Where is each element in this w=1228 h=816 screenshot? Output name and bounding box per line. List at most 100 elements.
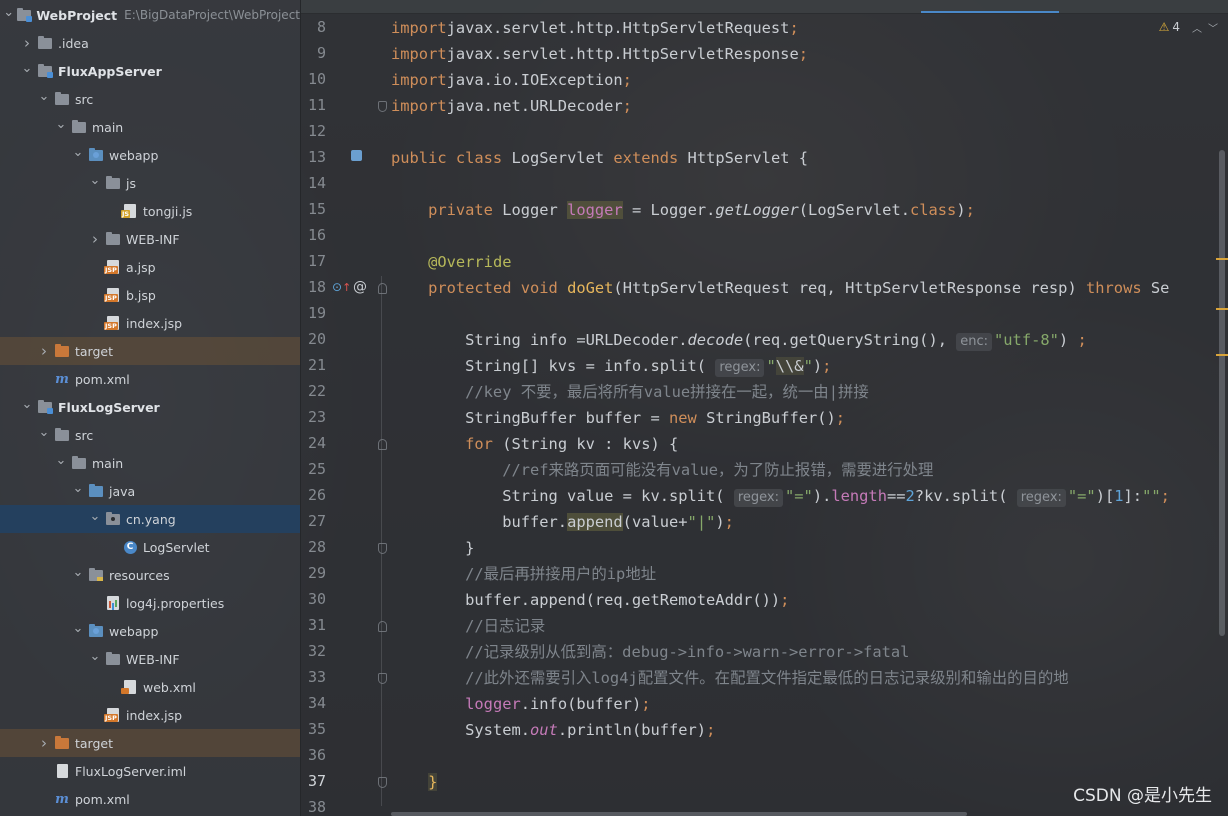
line-number[interactable]: 18: [301, 278, 326, 296]
line-number[interactable]: 25: [301, 460, 326, 478]
line-number[interactable]: 27: [301, 512, 326, 530]
editor-tab[interactable]: [791, 0, 921, 13]
vertical-scrollbar[interactable]: [1219, 150, 1225, 636]
chevron-down-icon[interactable]: ⌄: [20, 61, 34, 76]
line-number[interactable]: 34: [301, 694, 326, 712]
tree-item[interactable]: ⌄ FluxLogServer: [0, 393, 300, 421]
chevron-right-icon[interactable]: ›: [37, 734, 51, 752]
tree-item[interactable]: ⌄ resources: [0, 561, 300, 589]
tree-item[interactable]: › WEB-INF: [0, 225, 300, 253]
tree-item[interactable]: JSP b.jsp: [0, 281, 300, 309]
line-number[interactable]: 14: [301, 174, 326, 192]
error-stripe-marker[interactable]: [1216, 308, 1228, 310]
tree-item[interactable]: ⌄ src: [0, 85, 300, 113]
fold-marker-icon[interactable]: [378, 777, 387, 788]
fold-marker-icon[interactable]: [378, 283, 387, 294]
tree-item[interactable]: ⌄ WEB-INF: [0, 645, 300, 673]
code-line[interactable]: String info =URLDecoder.decode(req.getQu…: [391, 327, 1087, 353]
code-line[interactable]: private Logger logger = Logger.getLogger…: [391, 197, 975, 223]
line-number[interactable]: 33: [301, 668, 326, 686]
line-number[interactable]: 16: [301, 226, 326, 244]
horizontal-scrollbar[interactable]: [391, 812, 967, 816]
chevron-down-icon[interactable]: ⌄: [71, 481, 85, 496]
class-hierarchy-icon[interactable]: [351, 150, 362, 164]
code-line[interactable]: //此外还需要引入log4j配置文件。在配置文件指定最低的日志记录级别和输出的目…: [391, 665, 1069, 691]
chevron-down-icon[interactable]: ⌄: [71, 145, 85, 160]
tree-item[interactable]: JS tongji.js: [0, 197, 300, 225]
line-number[interactable]: 24: [301, 434, 326, 452]
line-number[interactable]: 37: [301, 772, 326, 790]
chevron-down-icon[interactable]: ⌄: [71, 565, 85, 580]
code-line[interactable]: importjavax.servlet.http.HttpServletRequ…: [391, 15, 799, 41]
code-line[interactable]: protected void doGet(HttpServletRequest …: [391, 275, 1169, 301]
code-line[interactable]: importjava.io.IOException;: [391, 67, 632, 93]
tree-item[interactable]: ⌄ main: [0, 113, 300, 141]
chevron-down-icon[interactable]: ⌄: [54, 117, 68, 132]
tree-item[interactable]: ⌄ WebProject E:\BigDataProject\WebProject: [0, 1, 300, 29]
code-line[interactable]: }: [391, 535, 474, 561]
chevron-right-icon[interactable]: ›: [88, 230, 102, 248]
line-number[interactable]: 29: [301, 564, 326, 582]
chevron-right-icon[interactable]: ›: [20, 34, 34, 52]
code-line[interactable]: String[] kvs = info.split( regex: "\\&");: [391, 353, 831, 379]
line-number[interactable]: 35: [301, 720, 326, 738]
code-line[interactable]: //key 不要，最后将所有value拼接在一起，统一由|拼接: [391, 379, 869, 405]
tree-item[interactable]: log4j.properties: [0, 589, 300, 617]
fold-marker-icon[interactable]: [378, 673, 387, 684]
code-line[interactable]: for (String kv : kvs) {: [391, 431, 678, 457]
error-stripe-marker[interactable]: [1216, 258, 1228, 260]
editor-gutter[interactable]: 8 9 10 11 12 13 14 15 16 17 18 19 20 21 22 23 24 25 26 27 28…: [301, 0, 387, 816]
chevron-down-icon[interactable]: ⌄: [88, 173, 102, 188]
project-tree-panel[interactable]: ⌄ WebProject E:\BigDataProject\WebProject ›…: [0, 0, 300, 816]
tree-item[interactable]: › target: [0, 337, 300, 365]
code-line[interactable]: //ref来路页面可能没有value，为了防止报错，需要进行处理: [391, 457, 933, 483]
line-number[interactable]: 19: [301, 304, 326, 322]
code-line[interactable]: importjava.net.URLDecoder;: [391, 93, 632, 119]
code-line[interactable]: buffer.append(req.getRemoteAddr());: [391, 587, 789, 613]
line-number[interactable]: 11: [301, 96, 326, 114]
tree-item[interactable]: ⌄ webapp: [0, 617, 300, 645]
code-line[interactable]: //日志记录: [391, 613, 545, 639]
editor-tab[interactable]: [381, 0, 531, 13]
line-number[interactable]: 21: [301, 356, 326, 374]
tree-item[interactable]: JSP index.jsp: [0, 309, 300, 337]
line-number[interactable]: 28: [301, 538, 326, 556]
tree-item[interactable]: ⌄ FluxAppServer: [0, 57, 300, 85]
tree-item[interactable]: ⌄ js: [0, 169, 300, 197]
editor-tabs-strip[interactable]: [301, 0, 1228, 14]
tree-item[interactable]: › .idea: [0, 29, 300, 57]
code-line[interactable]: public class LogServlet extends HttpServ…: [391, 145, 808, 171]
line-number[interactable]: 32: [301, 642, 326, 660]
code-line[interactable]: StringBuffer buffer = new StringBuffer()…: [391, 405, 845, 431]
line-number[interactable]: 20: [301, 330, 326, 348]
fold-marker-icon[interactable]: [378, 621, 387, 632]
tree-item[interactable]: m pom.xml: [0, 365, 300, 393]
chevron-right-icon[interactable]: ›: [37, 342, 51, 360]
code-line[interactable]: String value = kv.split( regex: "=").leng…: [391, 483, 1170, 509]
line-number[interactable]: 9: [301, 44, 326, 62]
line-number[interactable]: 36: [301, 746, 326, 764]
chevron-down-icon[interactable]: ⌄: [20, 397, 34, 412]
code-line[interactable]: @Override: [391, 249, 511, 275]
chevron-down-icon[interactable]: ⌄: [88, 509, 102, 524]
tree-item[interactable]: › target: [0, 729, 300, 757]
fold-marker-icon[interactable]: [378, 543, 387, 554]
line-number[interactable]: 13: [301, 148, 326, 166]
tree-item[interactable]: ⌄ java: [0, 477, 300, 505]
tree-item[interactable]: JSP a.jsp: [0, 253, 300, 281]
code-line[interactable]: //记录级别从低到高：debug->info->warn->error->fat…: [391, 639, 909, 665]
editor-tab[interactable]: [1059, 0, 1159, 13]
line-number[interactable]: 8: [301, 18, 326, 36]
tree-item[interactable]: web.xml: [0, 673, 300, 701]
fold-marker-icon[interactable]: [378, 101, 387, 112]
line-number[interactable]: 23: [301, 408, 326, 426]
line-number[interactable]: 12: [301, 122, 326, 140]
tree-item[interactable]: ⌄ src: [0, 421, 300, 449]
code-line[interactable]: System.out.println(buffer);: [391, 717, 715, 743]
code-line[interactable]: //最后再拼接用户的ip地址: [391, 561, 656, 587]
editor-tab[interactable]: [531, 0, 691, 13]
tree-item[interactable]: FluxLogServer.iml: [0, 757, 300, 785]
chevron-down-icon[interactable]: ﹀: [1208, 20, 1218, 35]
editor-tab[interactable]: [691, 0, 791, 13]
chevron-down-icon[interactable]: ⌄: [3, 5, 14, 20]
